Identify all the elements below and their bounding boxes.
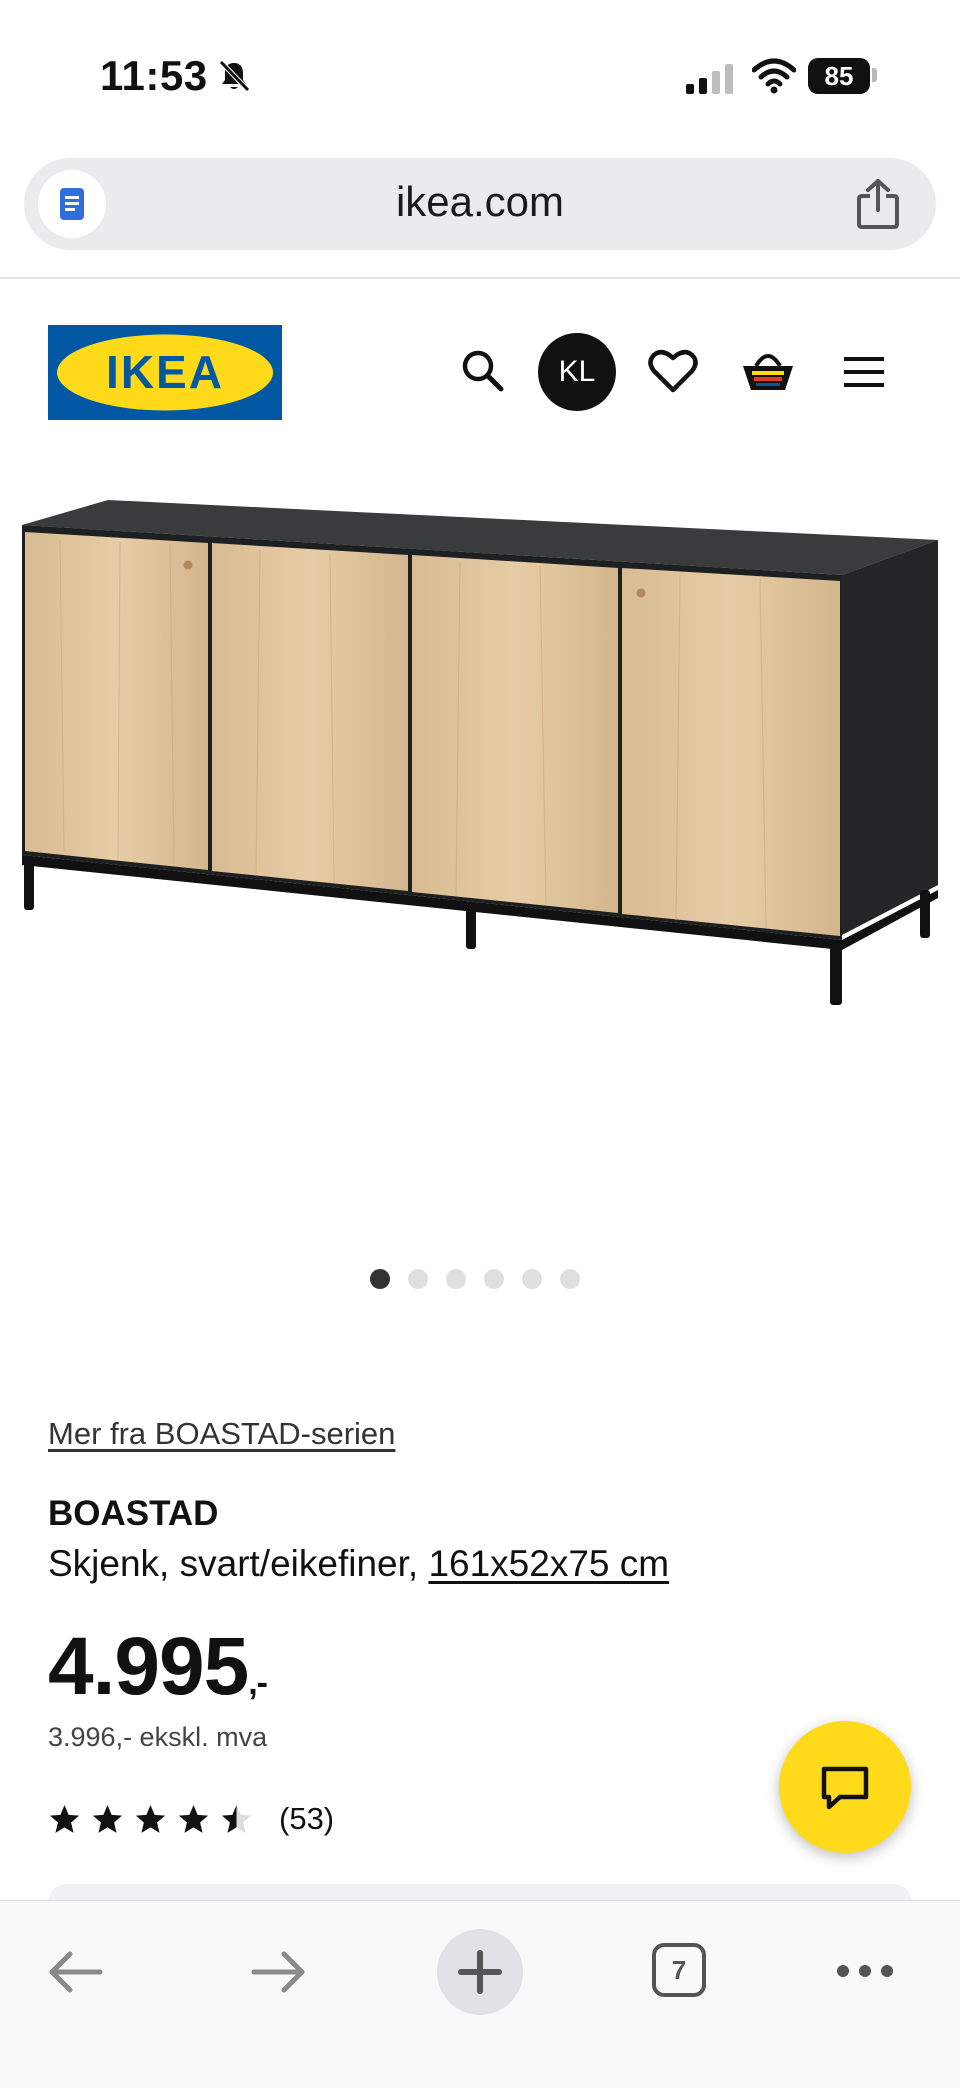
battery-tip xyxy=(872,68,877,82)
carousel-dot-2[interactable] xyxy=(408,1269,428,1289)
url-text[interactable]: ikea.com xyxy=(24,178,936,226)
door-4 xyxy=(622,568,840,936)
product-name: BOASTAD xyxy=(48,1494,219,1533)
review-count[interactable]: (53) xyxy=(279,1801,334,1837)
top-divider xyxy=(0,277,960,279)
browser-toolbar: 7 xyxy=(0,1900,960,2088)
price-value: 4.995 xyxy=(48,1621,249,1712)
heart-icon[interactable] xyxy=(648,348,698,394)
new-tab-button[interactable] xyxy=(437,1929,523,2015)
cart-icon[interactable] xyxy=(740,348,796,394)
star-icon xyxy=(92,1804,123,1833)
carousel-dot-3[interactable] xyxy=(446,1269,466,1289)
carousel-dot-4[interactable] xyxy=(484,1269,504,1289)
profile-avatar[interactable]: KL xyxy=(538,333,616,411)
star-icon xyxy=(178,1804,209,1833)
carousel-dot-1[interactable] xyxy=(370,1269,390,1289)
battery-indicator: 85 xyxy=(808,58,870,94)
chat-button[interactable] xyxy=(779,1721,911,1853)
product-price: 4.995,- xyxy=(48,1620,268,1714)
ikea-logo[interactable]: IKEA xyxy=(48,325,282,420)
more-icon[interactable] xyxy=(836,1963,894,1979)
wifi-icon xyxy=(752,58,796,94)
price-excl-vat: 3.996,- ekskl. mva xyxy=(48,1722,268,1752)
door-1 xyxy=(25,532,208,870)
logo-text: IKEA xyxy=(106,346,224,398)
door-2 xyxy=(212,543,408,891)
forward-icon[interactable] xyxy=(250,1949,308,1995)
product-rating[interactable]: (53) xyxy=(48,1799,334,1839)
dimensions-link[interactable]: 161x52x75 cm xyxy=(428,1543,669,1584)
series-link[interactable]: Mer fra BOASTAD-serien xyxy=(48,1416,395,1452)
search-icon[interactable] xyxy=(458,346,508,396)
star-icon xyxy=(221,1804,252,1833)
product-image[interactable] xyxy=(0,480,960,1040)
star-icon xyxy=(49,1804,80,1833)
plus-icon xyxy=(458,1950,502,1994)
signal-icon xyxy=(686,64,733,94)
carousel-dot-6[interactable] xyxy=(560,1269,580,1289)
status-bar: 11:53 85 xyxy=(0,0,960,140)
image-carousel-dots[interactable] xyxy=(370,1269,580,1289)
menu-icon[interactable] xyxy=(842,354,886,390)
back-icon[interactable] xyxy=(46,1949,104,1995)
tabs-button[interactable]: 7 xyxy=(652,1943,706,1997)
price-suffix: ,- xyxy=(248,1664,268,1702)
door-3 xyxy=(412,555,618,913)
product-description: Skjenk, svart/eikefiner, 161x52x75 cm xyxy=(48,1543,669,1585)
share-icon[interactable] xyxy=(854,178,902,230)
address-bar[interactable]: ikea.com xyxy=(24,158,936,250)
carousel-dot-5[interactable] xyxy=(522,1269,542,1289)
status-time: 11:53 xyxy=(100,52,208,99)
product-description-text: Skjenk, svart/eikefiner, xyxy=(48,1543,429,1584)
chat-icon xyxy=(821,1766,869,1810)
bell-slash-icon xyxy=(219,60,250,92)
star-icon xyxy=(135,1804,166,1833)
